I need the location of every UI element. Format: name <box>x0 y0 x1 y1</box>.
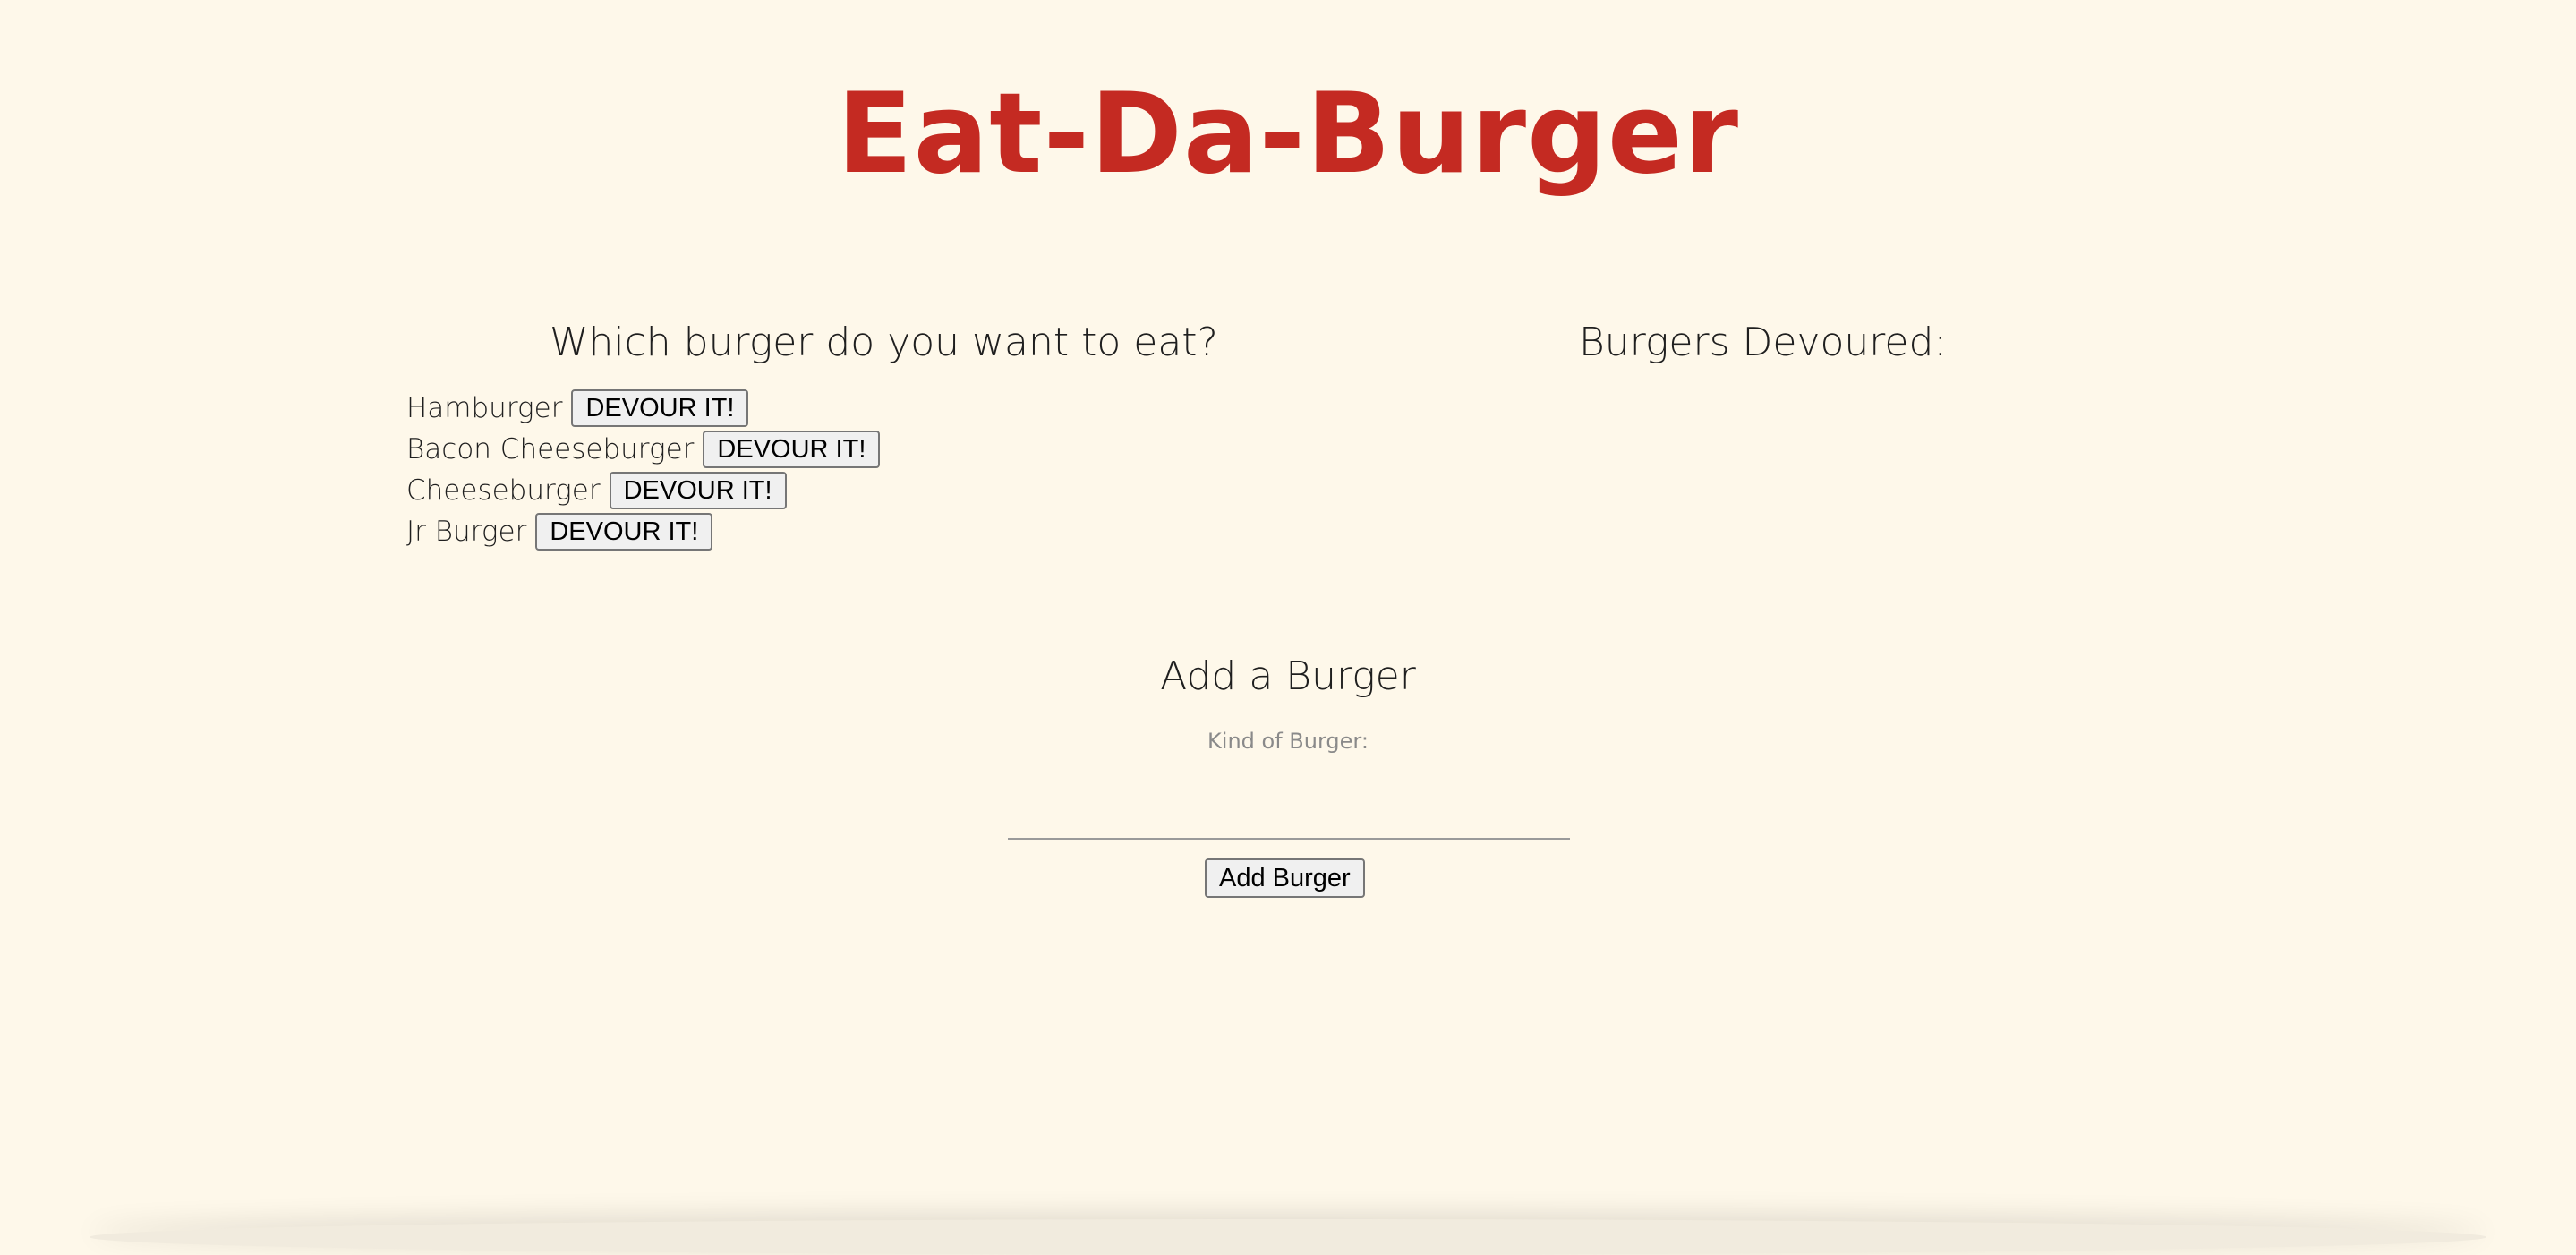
burger-input-label: Kind of Burger: <box>1207 729 1369 754</box>
burger-name: Cheeseburger <box>406 474 601 507</box>
devour-button[interactable]: DEVOUR IT! <box>535 513 713 551</box>
burger-name: Hamburger <box>406 392 563 424</box>
list-item: Hamburger DEVOUR IT! <box>406 388 880 429</box>
burgers-to-eat-heading: Which burger do you want to eat? <box>550 320 1218 365</box>
add-burger-heading: Add a Burger <box>1160 653 1416 699</box>
burger-name-input[interactable] <box>1008 788 1570 840</box>
burger-name: Bacon Cheeseburger <box>406 433 695 465</box>
burgers-devoured-heading: Burgers Devoured: <box>1579 320 1948 365</box>
add-burger-button[interactable]: Add Burger <box>1205 858 1365 898</box>
list-item: Jr Burger DEVOUR IT! <box>406 511 880 552</box>
list-item: Cheeseburger DEVOUR IT! <box>406 470 880 511</box>
burger-list: Hamburger DEVOUR IT! Bacon Cheeseburger … <box>406 388 881 552</box>
bottom-shadow <box>90 1219 2486 1255</box>
page-title: Eat-Da-Burger <box>836 70 1740 199</box>
devour-button[interactable]: DEVOUR IT! <box>609 472 787 509</box>
devour-button[interactable]: DEVOUR IT! <box>571 389 749 427</box>
burger-name: Jr Burger <box>406 516 527 548</box>
devour-button[interactable]: DEVOUR IT! <box>703 431 881 468</box>
list-item: Bacon Cheeseburger DEVOUR IT! <box>406 429 881 470</box>
